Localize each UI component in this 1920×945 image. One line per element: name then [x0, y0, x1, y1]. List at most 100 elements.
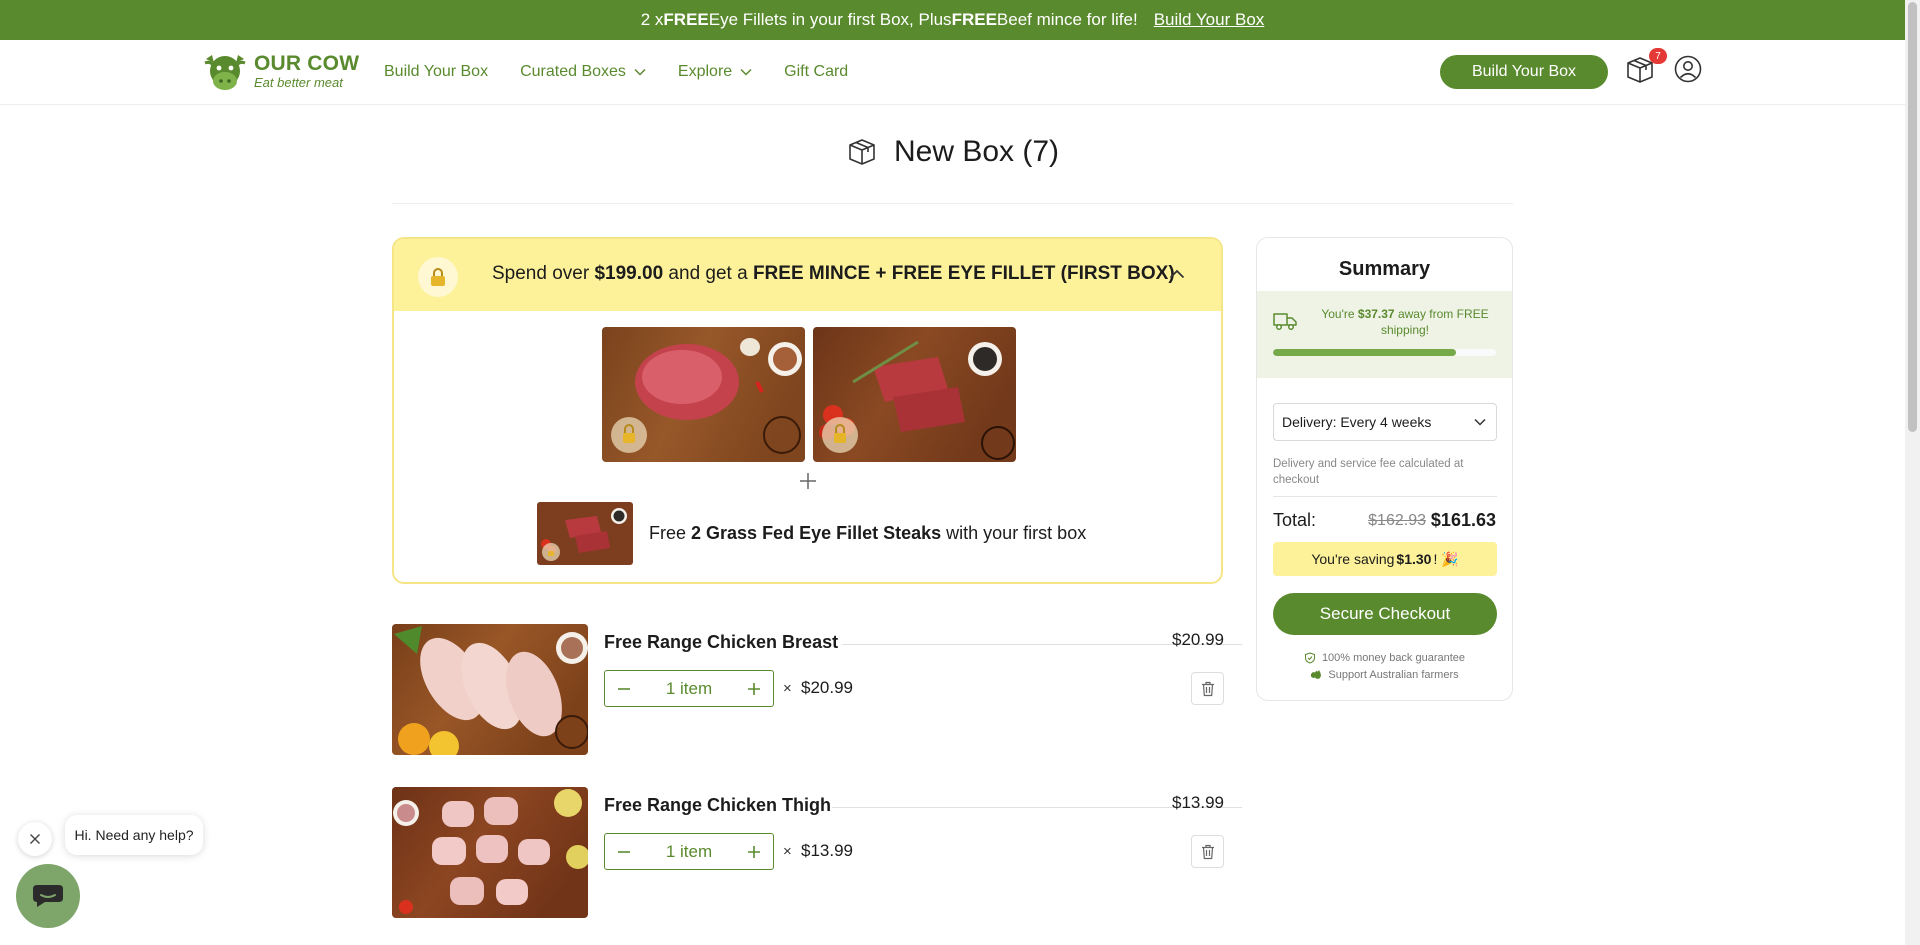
savings-amount: $1.30	[1396, 551, 1432, 567]
savings-badge: You're saving $1.30! 🎉	[1273, 542, 1497, 576]
announcement-prefix: 2 x	[640, 10, 664, 29]
plus-icon[interactable]	[745, 843, 763, 861]
multiply-sign: ×	[783, 680, 792, 697]
chat-launcher-button[interactable]	[16, 864, 80, 928]
chat-icon	[33, 885, 63, 907]
close-icon	[30, 834, 40, 844]
original-total: $162.93	[1368, 512, 1426, 529]
chevron-up-icon[interactable]	[1169, 269, 1185, 279]
promo-amount: $199.00	[594, 263, 664, 284]
free-gift-text: Free 2 Grass Fed Eye Fillet Steaks with …	[649, 523, 1086, 544]
nav-gift-card-label: Gift Card	[784, 63, 849, 80]
remove-item-button[interactable]	[1191, 835, 1224, 868]
australia-icon	[1311, 670, 1322, 679]
lock-icon	[431, 268, 445, 286]
nav-explore[interactable]: Explore	[678, 63, 752, 81]
plus-icon	[800, 473, 816, 489]
delivery-frequency-select[interactable]: Delivery: Every 4 weeks	[1273, 403, 1497, 441]
quantity-value[interactable]: 1 item	[666, 842, 712, 862]
guarantee-text: 100% money back guarantee	[1321, 652, 1466, 664]
chevron-down-icon	[740, 68, 752, 76]
nav-curated-boxes-label: Curated Boxes	[520, 63, 626, 80]
box-icon	[849, 139, 875, 165]
remove-item-button[interactable]	[1191, 672, 1224, 705]
order-summary: Summary You're $37.37 away from FREE shi…	[1256, 237, 1513, 701]
cow-logo-icon	[204, 55, 246, 90]
item-price: $20.99	[1172, 630, 1224, 649]
support-farmers: Support Australian farmers	[1257, 669, 1512, 681]
cart-item: Free Range Chicken Thigh $13.99 1 item ×…	[392, 787, 1242, 918]
nav-curated-boxes[interactable]: Curated Boxes	[520, 63, 646, 81]
truck-icon	[1273, 313, 1297, 330]
promo-text-mid: and get a	[663, 263, 753, 284]
nav-build-your-box[interactable]: Build Your Box	[384, 63, 488, 81]
free-shipping-panel: You're $37.37 away from FREE shipping!	[1257, 291, 1512, 378]
fee-note: Delivery and service fee calculated at c…	[1273, 458, 1464, 486]
free-gift-prefix: Free	[649, 523, 692, 543]
cart-item: Free Range Chicken Breast $20.99 1 item …	[392, 624, 1242, 755]
announcement-bar: 2 x FREE Eye Fillets in your first Box, …	[0, 0, 1905, 40]
scrollbar-thumb[interactable]	[1908, 2, 1917, 432]
promo-text: Spend over $199.00 and get a FREE MINCE …	[492, 263, 1175, 285]
shipping-prefix: You're	[1321, 307, 1358, 321]
item-name[interactable]: Free Range Chicken Breast	[604, 632, 838, 653]
item-name[interactable]: Free Range Chicken Thigh	[604, 795, 831, 816]
logo-tagline: Eat better meat	[254, 75, 343, 90]
summary-title: Summary	[1338, 258, 1431, 280]
divider	[392, 203, 1513, 204]
free-gift-product: 2 Grass Fed Eye Fillet Steaks	[691, 523, 942, 543]
chat-greeting[interactable]: Hi. Need any help?	[65, 815, 203, 855]
free-gift-suffix: with your first box	[941, 523, 1087, 543]
quantity-stepper: 1 item	[604, 833, 774, 870]
shipping-suffix: away from FREE shipping!	[1380, 307, 1489, 337]
logo[interactable]: OUR COW Eat better meat	[202, 49, 359, 93]
promo-offer: FREE MINCE + FREE EYE FILLET (FIRST BOX)	[752, 263, 1175, 284]
header-build-box-button[interactable]: Build Your Box	[1440, 55, 1608, 89]
quantity-stepper: 1 item	[604, 670, 774, 707]
eye-fillet-thumbnail	[537, 502, 633, 565]
savings-suffix: ! 🎉	[1433, 550, 1459, 567]
promo-header[interactable]: Spend over $199.00 and get a FREE MINCE …	[394, 239, 1221, 311]
user-icon[interactable]	[1674, 55, 1702, 83]
announcement-suffix: Beef mince for life!	[996, 10, 1138, 29]
total-label: Total:	[1273, 510, 1317, 530]
nav-build-your-box-label: Build Your Box	[384, 63, 489, 80]
beef-mince-image	[602, 327, 805, 462]
item-price: $13.99	[1172, 793, 1224, 812]
minus-icon[interactable]	[615, 843, 633, 861]
minus-icon[interactable]	[615, 680, 633, 698]
trash-icon	[1201, 844, 1214, 859]
trash-icon	[1201, 681, 1214, 696]
lock-badge	[418, 257, 458, 297]
announcement-build-box-link[interactable]: Build Your Box	[1154, 10, 1265, 30]
logo-title: OUR COW	[254, 52, 360, 75]
savings-prefix: You're saving	[1311, 551, 1395, 567]
secure-checkout-button[interactable]: Secure Checkout	[1273, 593, 1497, 635]
main-nav: Build Your Box Curated Boxes Explore Gif…	[384, 40, 848, 104]
shield-check-icon	[1304, 652, 1315, 664]
unit-price: $20.99	[801, 678, 853, 697]
nav-explore-label: Explore	[677, 63, 733, 80]
unit-price: $13.99	[801, 841, 853, 860]
chat-close-button[interactable]	[18, 822, 52, 856]
promo-text-prefix: Spend over	[492, 263, 595, 284]
plus-icon[interactable]	[745, 680, 763, 698]
farmers-text: Support Australian farmers	[1328, 669, 1459, 681]
shipping-remaining: $37.37	[1357, 307, 1395, 321]
promo-images	[602, 327, 1016, 462]
eye-fillet-image	[813, 327, 1016, 462]
quantity-value[interactable]: 1 item	[666, 679, 712, 699]
chicken-thigh-image[interactable]	[392, 787, 588, 918]
multiply-sign: ×	[783, 843, 792, 860]
announcement-mid: Eye Fillets in your first Box, Plus	[708, 10, 952, 29]
shipping-progress-bar	[1273, 349, 1496, 356]
nav-gift-card[interactable]: Gift Card	[784, 63, 848, 81]
chicken-breast-image[interactable]	[392, 624, 588, 755]
page-title: New Box (7)	[893, 135, 1060, 168]
free-shipping-text: You're $37.37 away from FREE shipping!	[1315, 306, 1495, 338]
page-scrollbar[interactable]	[1905, 0, 1920, 945]
promo-card: Spend over $199.00 and get a FREE MINCE …	[392, 237, 1223, 584]
delivery-frequency-value: Delivery: Every 4 weeks	[1282, 414, 1432, 430]
money-back-guarantee: 100% money back guarantee	[1257, 652, 1512, 664]
total-price: $161.63	[1430, 510, 1496, 530]
